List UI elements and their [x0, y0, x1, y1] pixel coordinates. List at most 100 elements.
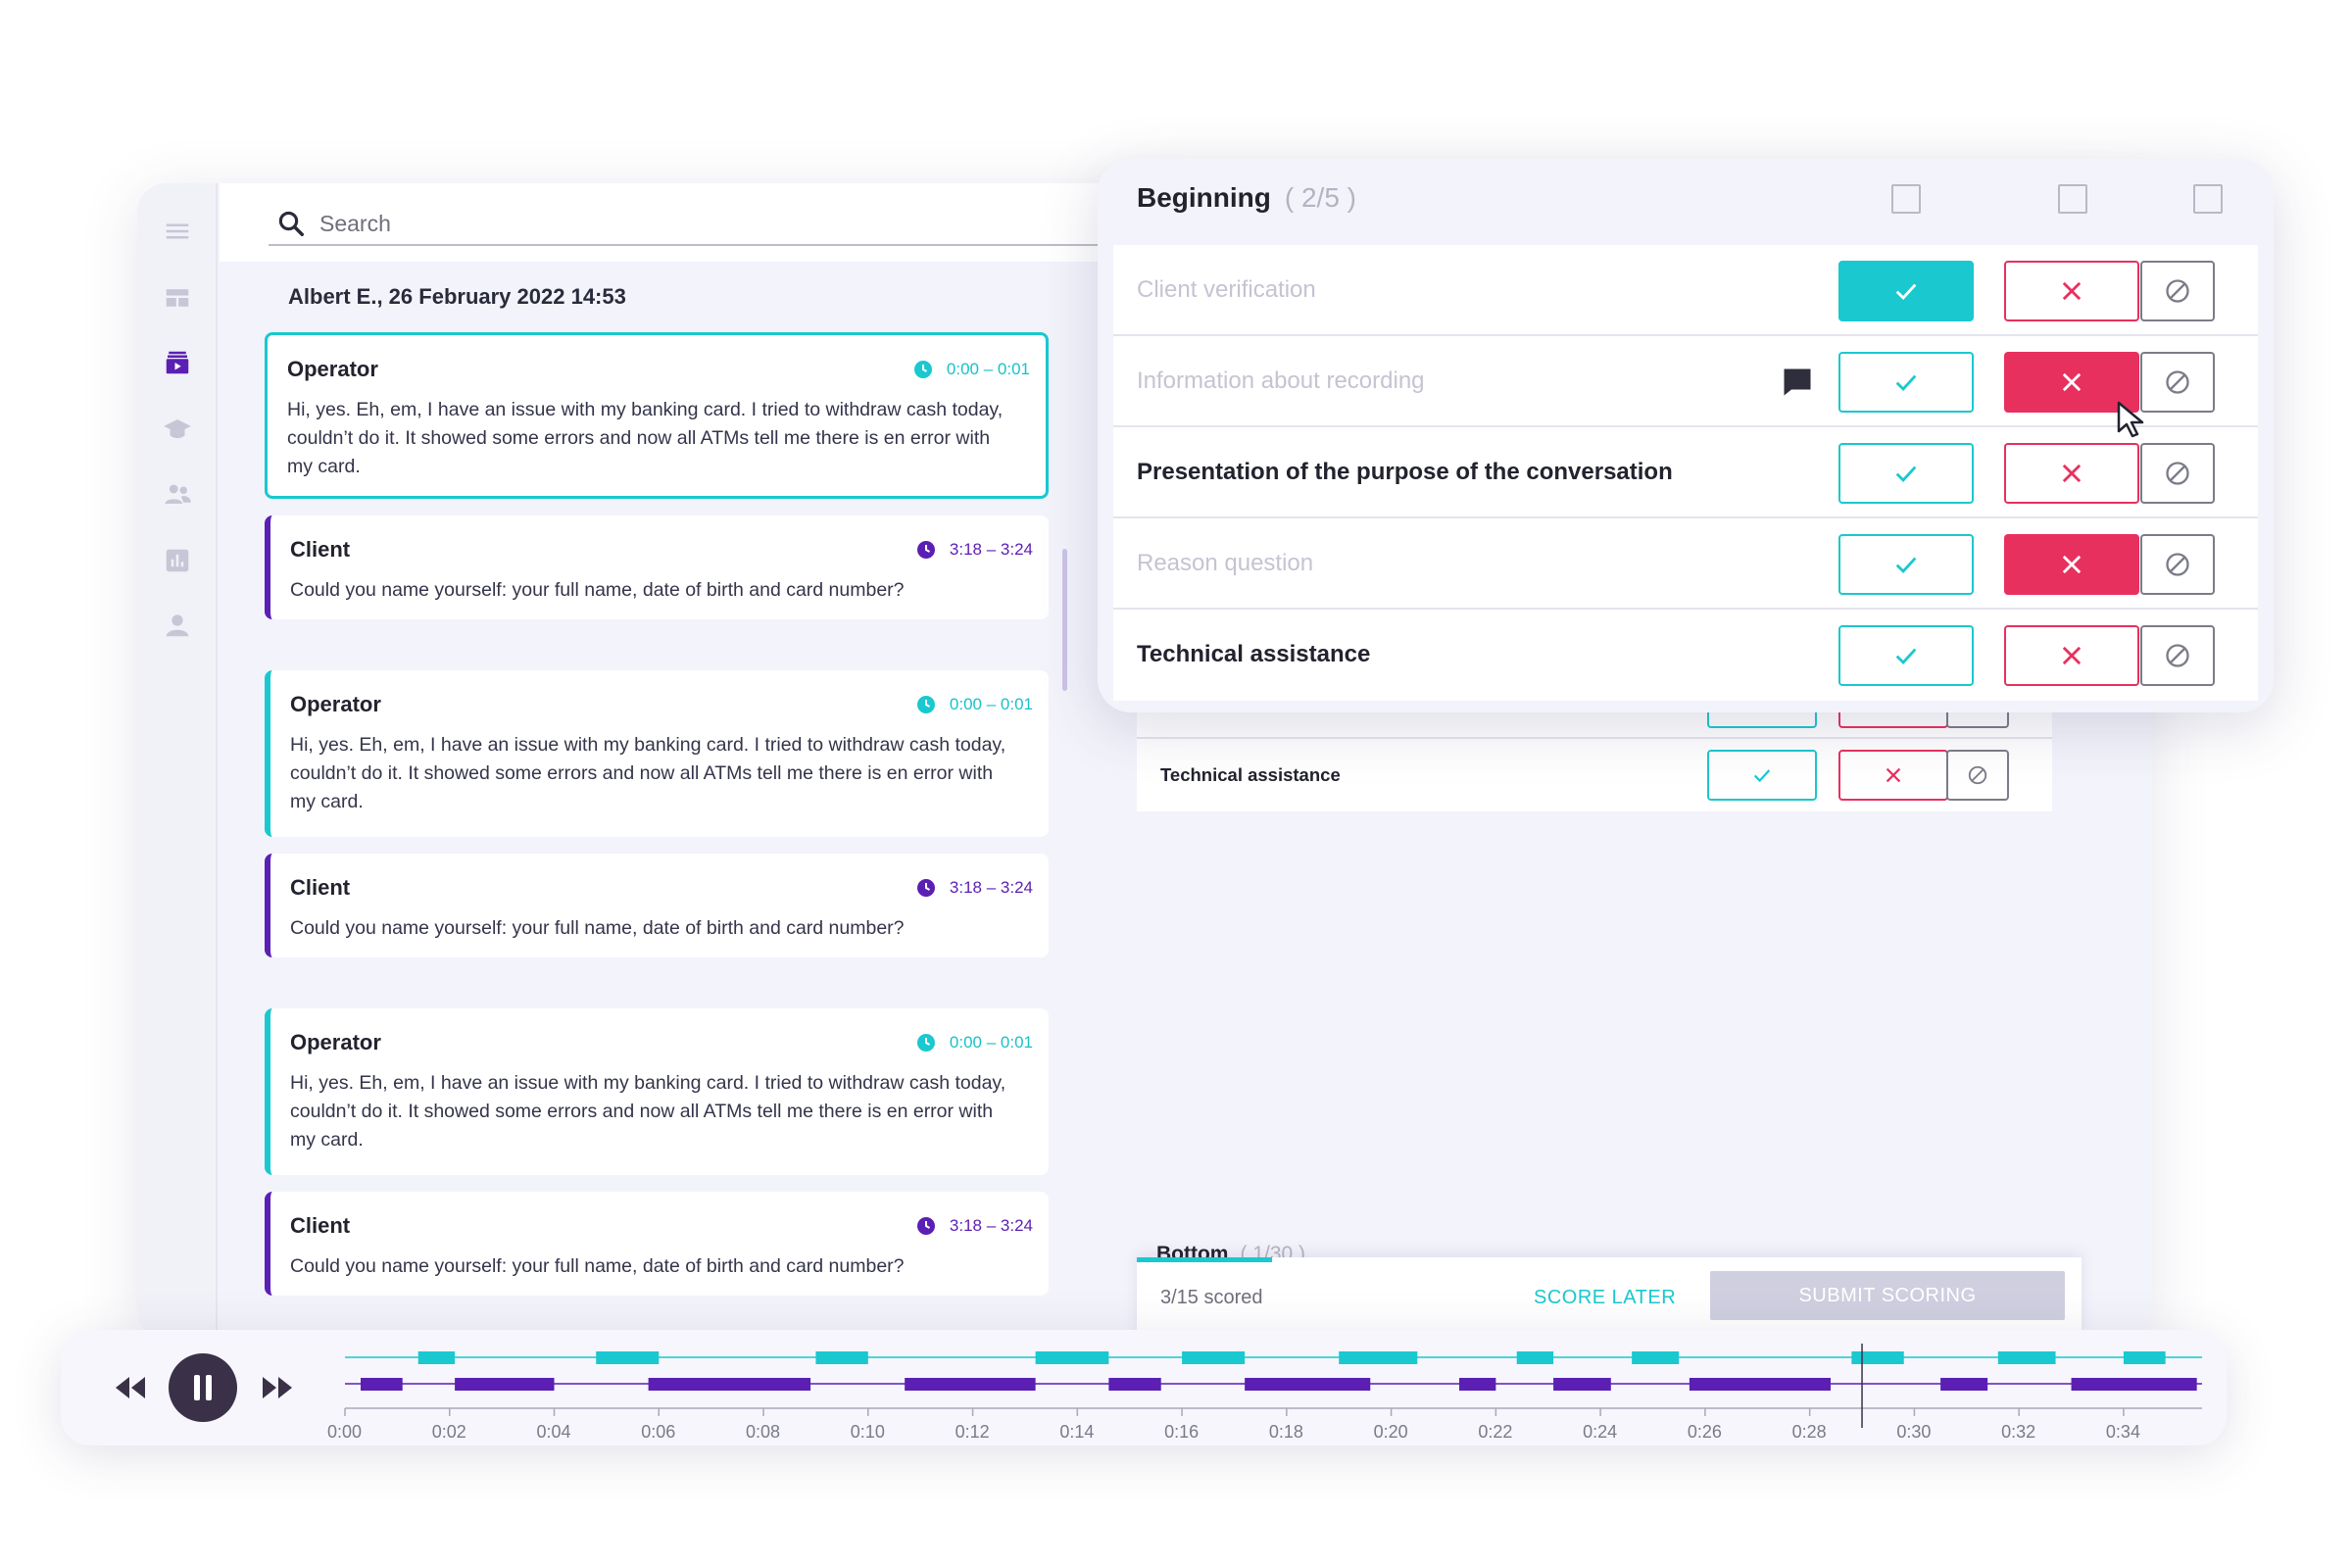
message-time[interactable]: 0:00 – 0:01 [913, 360, 1030, 379]
not-applicable-button[interactable] [2140, 624, 2215, 686]
comment-icon[interactable] [1780, 365, 1815, 400]
operator-segment[interactable] [1851, 1351, 1904, 1364]
criterion-row: Client verification [1113, 245, 2258, 336]
client-segment[interactable] [905, 1378, 1036, 1391]
beginning-title: Beginning [1137, 182, 1271, 213]
dashboard-icon[interactable] [163, 283, 192, 313]
transcript-message[interactable]: Client 3:18 – 3:24 Could you name yourself… [265, 854, 1049, 957]
transcript-scrollbar[interactable] [1062, 549, 1067, 691]
message-text: Could you name yourself: your full name,… [290, 579, 905, 601]
client-segment[interactable] [1940, 1378, 1988, 1391]
speaker-name: Operator [287, 357, 378, 381]
client-segment[interactable] [455, 1378, 555, 1391]
pass-button[interactable] [1838, 533, 1974, 595]
time-tick-label: 0:16 [1164, 1422, 1200, 1442]
transcript-message[interactable]: Client 3:18 – 3:24 Could you name yourself… [265, 1192, 1049, 1296]
time-range: 3:18 – 3:24 [949, 878, 1033, 897]
operator-segment[interactable] [417, 1351, 456, 1364]
transcript-message[interactable]: Operator 0:00 – 0:01 Hi, yes. Eh, em, I ha… [265, 1008, 1049, 1175]
time-range: 3:18 – 3:24 [949, 540, 1033, 559]
operator-segment[interactable] [2123, 1351, 2166, 1364]
beginning-section-title[interactable]: Beginning ( 2/5 ) [1137, 182, 1356, 214]
message-time[interactable]: 3:18 – 3:24 [916, 878, 1033, 898]
message-text: Hi, yes. Eh, em, I have an issue with my… [290, 1072, 1006, 1151]
criterion-label: Technical assistance [1160, 763, 1341, 785]
speaker-name: Client [290, 875, 351, 900]
beginning-criteria-list: Client verification Information about rec… [1113, 245, 2258, 701]
pass-button[interactable] [1838, 260, 1974, 321]
operator-segment[interactable] [1997, 1351, 2056, 1364]
not-applicable-button[interactable] [2140, 533, 2215, 595]
operator-segment[interactable] [596, 1351, 660, 1364]
search-input[interactable] [319, 210, 1103, 237]
scoring-bar: 3/15 scored SCORE LATER SUBMIT SCORING [1137, 1257, 2082, 1336]
not-applicable-button[interactable] [2140, 260, 2215, 321]
client-segment[interactable] [2071, 1378, 2197, 1391]
fail-button[interactable] [2004, 533, 2139, 595]
menu-icon[interactable] [163, 217, 192, 246]
message-time[interactable]: 0:00 – 0:01 [916, 695, 1033, 714]
recordings-icon[interactable] [163, 348, 192, 377]
criterion-row: Presentation of the purpose of the conve… [1113, 427, 2258, 518]
scored-count: 3/15 scored [1160, 1287, 1263, 1308]
client-segment[interactable] [1459, 1378, 1496, 1391]
client-segment[interactable] [1553, 1378, 1611, 1391]
message-time[interactable]: 0:00 – 0:01 [916, 1033, 1033, 1053]
time-tick-label: 0:22 [1478, 1422, 1513, 1442]
pass-button[interactable] [1838, 624, 1974, 686]
fail-button[interactable] [1838, 750, 1948, 801]
time-tick-label: 0:34 [2105, 1422, 2140, 1442]
client-segment[interactable] [1245, 1378, 1371, 1391]
operator-segment[interactable] [815, 1351, 868, 1364]
message-time[interactable]: 3:18 – 3:24 [916, 1216, 1033, 1236]
not-applicable-button[interactable] [2140, 351, 2215, 413]
client-segment[interactable] [648, 1378, 811, 1391]
time-range: 0:00 – 0:01 [949, 1033, 1033, 1052]
profile-icon[interactable] [163, 611, 192, 640]
operator-segment[interactable] [1339, 1351, 1418, 1364]
team-icon[interactable] [163, 479, 192, 509]
client-segment[interactable] [1108, 1378, 1161, 1391]
time-tick-label: 0:18 [1268, 1422, 1303, 1442]
criterion-row: Technical assistance [1113, 610, 2258, 701]
score-later-button[interactable]: SCORE LATER [1534, 1287, 1676, 1309]
select-all-na-checkbox[interactable] [2193, 184, 2223, 214]
conversation-header: Albert E., 26 February 2022 14:53 [288, 284, 626, 309]
submit-scoring-button[interactable]: SUBMIT SCORING [1710, 1271, 2065, 1320]
pass-button[interactable] [1707, 750, 1817, 801]
operator-segment[interactable] [1516, 1351, 1554, 1364]
message-text: Hi, yes. Eh, em, I have an issue with my… [287, 399, 1004, 477]
scoring-progress [1137, 1257, 1272, 1262]
time-range: 0:00 – 0:01 [949, 695, 1033, 713]
select-all-no-checkbox[interactable] [2058, 184, 2087, 214]
criterion-row: Technical assistance [1137, 739, 2052, 811]
client-segment[interactable] [1689, 1378, 1831, 1391]
operator-segment[interactable] [1182, 1351, 1246, 1364]
transcript-message[interactable]: Operator 0:00 – 0:01 Hi, yes. Eh, em, I ha… [265, 332, 1049, 499]
clock-icon [916, 1033, 950, 1053]
operator-segment[interactable] [1035, 1351, 1109, 1364]
criterion-row: Information about recording [1113, 336, 2258, 427]
message-time[interactable]: 3:18 – 3:24 [916, 540, 1033, 560]
speaker-name: Client [290, 1213, 351, 1238]
operator-segment[interactable] [1632, 1351, 1680, 1364]
clock-icon [916, 695, 950, 714]
fail-button[interactable] [2004, 442, 2139, 504]
client-segment[interactable] [361, 1378, 403, 1391]
clock-icon [913, 360, 947, 379]
not-applicable-button[interactable] [1946, 750, 2009, 801]
transcript-message[interactable]: Client 3:18 – 3:24 Could you name yourself… [265, 515, 1049, 619]
select-all-ok-checkbox[interactable] [1891, 184, 1921, 214]
clock-icon [916, 540, 950, 560]
fail-button[interactable] [2004, 624, 2139, 686]
pass-button[interactable] [1838, 442, 1974, 504]
transcript-message[interactable]: Operator 0:00 – 0:01 Hi, yes. Eh, em, I ha… [265, 670, 1049, 837]
reports-icon[interactable] [163, 546, 192, 575]
not-applicable-button[interactable] [2140, 442, 2215, 504]
time-tick-label: 0:28 [1791, 1422, 1827, 1442]
time-tick-label: 0:20 [1373, 1422, 1408, 1442]
time-tick-label: 0:32 [2001, 1422, 2036, 1442]
fail-button[interactable] [2004, 260, 2139, 321]
pass-button[interactable] [1838, 351, 1974, 413]
training-icon[interactable] [163, 415, 192, 444]
